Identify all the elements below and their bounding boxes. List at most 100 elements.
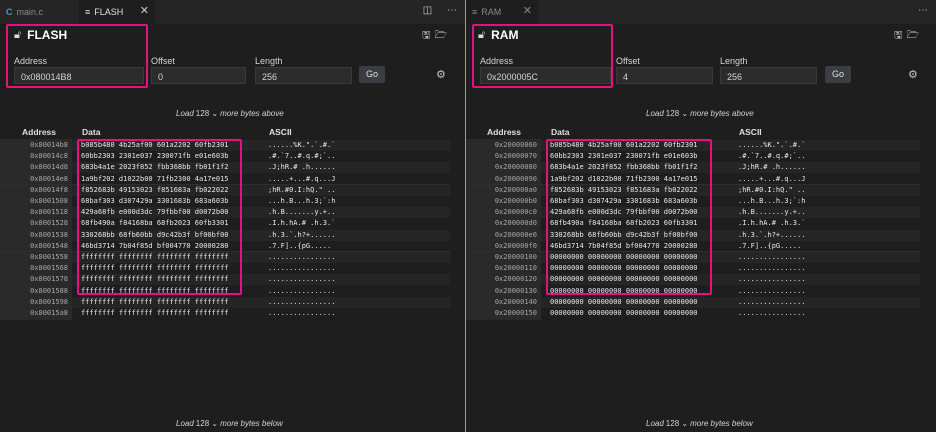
row-ascii: ................ [268, 275, 336, 284]
folder-icon[interactable]: 🗁︎ [435, 30, 447, 41]
header-actions: 🖫︎ 🗁︎ [890, 28, 919, 45]
row-address: 0x8001588 [30, 286, 68, 295]
offset-input[interactable] [616, 67, 713, 84]
row-address: 0x20000080 [494, 163, 537, 172]
row-address: 0x8001518 [30, 208, 68, 217]
row-address: 0x200000e0 [494, 230, 537, 239]
row-ascii: ......%K.".`.#.` [738, 141, 806, 149]
row-address: 0x20000070 [494, 152, 537, 161]
row-data[interactable]: ffffffff ffffffff ffffffff ffffffff [81, 297, 229, 308]
offset-label: Offset [151, 56, 175, 66]
load-more-below[interactable]: Load 128 ⌄ more bytes below [176, 419, 283, 428]
row-ascii: ................ [738, 309, 806, 317]
file-lines-icon: ≡ [85, 7, 91, 17]
row-address: 0x20000110 [494, 264, 537, 273]
folder-icon[interactable]: 🗁︎ [907, 30, 919, 41]
row-ascii: .J;hR.# .h...... [738, 163, 806, 172]
column-header-address: Address [487, 127, 522, 137]
close-icon[interactable]: ✕ [140, 4, 149, 17]
gear-icon[interactable]: ⚙ [908, 68, 918, 81]
close-icon[interactable]: ✕ [523, 4, 532, 17]
editor-actions: ⋯ [906, 5, 928, 16]
row-address: 0x80014d8 [30, 163, 68, 172]
load-count-dropdown[interactable]: 128 ⌄ [666, 419, 688, 428]
load-more-below[interactable]: Load 128 ⌄ more bytes below [646, 419, 753, 428]
row-address: 0x20000120 [494, 275, 537, 284]
row-ascii: ................ [738, 297, 806, 306]
row-ascii: ................ [268, 309, 336, 317]
row-ascii: ................ [268, 297, 336, 306]
table-row[interactable]: 0x20000150 00000000 00000000 00000000 000… [466, 308, 928, 319]
offset-label: Offset [616, 56, 640, 66]
column-header-data: Data [82, 127, 101, 137]
row-address: 0x8001538 [30, 230, 68, 239]
row-address: 0x200000c0 [494, 208, 537, 217]
row-data[interactable]: ffffffff ffffffff ffffffff ffffffff [81, 308, 229, 319]
row-ascii: .I.h.hA.# .h.3.` [738, 219, 806, 228]
length-label: Length [720, 56, 748, 66]
row-address: 0x20000060 [494, 141, 537, 149]
row-address: 0x200000d0 [494, 219, 537, 228]
save-icon[interactable]: 🖫︎ [894, 30, 903, 41]
column-header-data: Data [551, 127, 570, 137]
load-more-above[interactable]: Load 128 ⌄ more bytes above [646, 109, 754, 118]
tab-main-c[interactable]: C main.c [0, 0, 78, 24]
row-address: 0x20000150 [494, 309, 537, 317]
data-highlight-box [546, 139, 712, 295]
load-count-dropdown[interactable]: 128 ⌄ [196, 419, 218, 428]
go-button[interactable]: Go [825, 66, 851, 83]
row-ascii: ................ [738, 253, 806, 261]
row-ascii: ................ [268, 264, 336, 273]
row-ascii: .I.h.hA.# .h.3.` [268, 219, 336, 228]
column-header-ascii: ASCII [269, 127, 292, 137]
tab-ram[interactable]: ≡ RAM ✕ [466, 0, 538, 24]
more-icon[interactable]: ⋯ [918, 5, 928, 16]
row-address: 0x200000b0 [494, 197, 537, 205]
row-ascii: .h.B.......y.+.. [268, 208, 336, 217]
tab-bar: ≡ RAM ✕ ⋯ [466, 0, 936, 24]
go-button[interactable]: Go [359, 66, 385, 83]
row-data[interactable]: 00000000 00000000 00000000 00000000 [550, 308, 698, 319]
tab-bar: C main.c ≡ FLASH ✕ ◫ ⋯ [0, 0, 465, 24]
row-address: 0x8001508 [30, 197, 68, 205]
row-ascii: .h.B.......y.+.. [738, 208, 806, 217]
length-input[interactable] [255, 67, 352, 84]
load-count-dropdown[interactable]: 128 ⌄ [666, 109, 688, 118]
editor-actions: ◫ ⋯ [411, 5, 457, 16]
tab-flash[interactable]: ≡ FLASH ✕ [79, 0, 155, 24]
row-address: 0x20000140 [494, 297, 537, 306]
row-data[interactable]: 00000000 00000000 00000000 00000000 [550, 297, 698, 308]
offset-input[interactable] [151, 67, 246, 84]
row-ascii: ;hR.#0.I:hQ." .. [738, 185, 806, 194]
row-ascii: .h.3.`.h?+...... [738, 230, 806, 239]
more-icon[interactable]: ⋯ [447, 5, 457, 16]
row-ascii: ................ [738, 264, 806, 273]
row-ascii: .#.`7..#.q.#;`.. [268, 152, 336, 161]
row-ascii: ................ [268, 286, 336, 295]
row-address: 0x20000100 [494, 253, 537, 261]
row-ascii: ................ [738, 286, 806, 295]
table-row[interactable]: 0x80015a8 ffffffff ffffffff ffffffff ffff… [0, 308, 458, 319]
row-address: 0x80014b8 [30, 141, 68, 149]
save-icon[interactable]: 🖫︎ [422, 30, 431, 41]
row-ascii: ................ [738, 275, 806, 284]
row-address: 0x8001558 [30, 253, 68, 261]
row-ascii: .h.3.`.h?+...... [268, 230, 336, 239]
row-ascii: ...h.B...h.3;`:h [268, 197, 336, 205]
gear-icon[interactable]: ⚙ [436, 68, 446, 81]
row-address: 0x200000a0 [494, 185, 537, 194]
row-address: 0x8001528 [30, 219, 68, 228]
row-address: 0x80015a8 [30, 309, 68, 317]
table-row[interactable]: 0x20000140 00000000 00000000 00000000 000… [466, 297, 928, 308]
load-more-above[interactable]: Load 128 ⌄ more bytes above [176, 109, 284, 118]
header-actions: 🖫︎ 🗁︎ [418, 28, 447, 45]
split-editor-icon[interactable]: ◫ [423, 5, 432, 16]
length-input[interactable] [720, 67, 817, 84]
column-header-ascii: ASCII [739, 127, 762, 137]
table-row[interactable]: 0x8001598 ffffffff ffffffff ffffffff ffff… [0, 297, 458, 308]
row-address: 0x8001578 [30, 275, 68, 284]
load-count-dropdown[interactable]: 128 ⌄ [196, 109, 218, 118]
tab-label: RAM [481, 7, 502, 17]
file-lines-icon: ≡ [472, 7, 478, 17]
address-highlight-box [6, 24, 148, 88]
